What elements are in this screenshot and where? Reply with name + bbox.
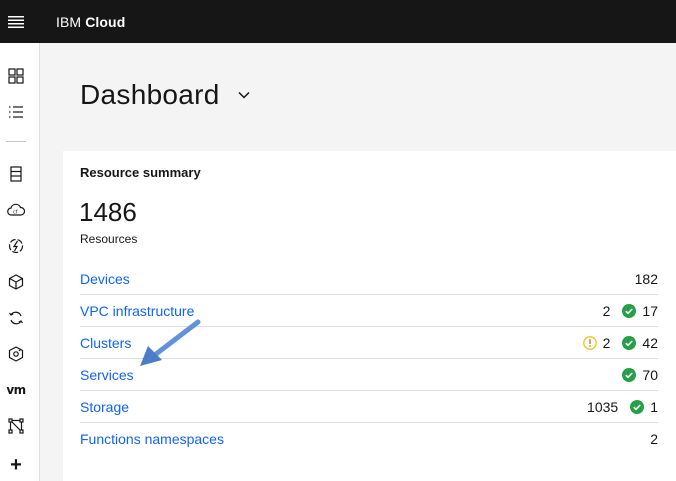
vpc-infrastructure-link[interactable]: VPC infrastructure — [80, 303, 194, 319]
row-values: 1035 1 — [587, 399, 658, 415]
checkmark-filled-icon — [630, 399, 645, 414]
add-icon[interactable]: + — [4, 453, 28, 477]
count-value: 1035 — [587, 398, 619, 415]
brand-prefix: IBM — [56, 13, 82, 30]
vmware-label: vm — [6, 383, 26, 397]
count-value: 2 — [650, 431, 658, 447]
resource-total: 1486 — [79, 197, 137, 227]
satellite-icon[interactable] — [4, 342, 28, 366]
services-link[interactable]: Services — [80, 367, 134, 383]
resource-total-label: Resources — [80, 232, 138, 246]
card-title: Resource summary — [80, 165, 201, 180]
checkmark-filled-icon — [622, 335, 637, 350]
vpc-icon[interactable] — [4, 414, 28, 438]
kubernetes-icon[interactable] — [4, 270, 28, 294]
row-values: 2 — [650, 431, 658, 447]
nav-divider — [6, 141, 26, 142]
resource-list: Devices 182 VPC infrastructure 2 17 Clus… — [80, 263, 658, 455]
ok-group: 17 — [622, 303, 658, 319]
functions-icon[interactable] — [4, 234, 28, 258]
ok-group: 42 — [622, 335, 658, 351]
functions-namespaces-link[interactable]: Functions namespaces — [80, 431, 224, 447]
resource-list-icon[interactable] — [4, 100, 28, 124]
resource-row-functions-namespaces: Functions namespaces 2 — [80, 423, 658, 455]
warning-icon — [582, 335, 597, 350]
count-group: 2 — [650, 431, 658, 447]
vmware-icon[interactable]: vm — [4, 378, 28, 402]
chevron-down-icon[interactable] — [236, 87, 252, 103]
row-values: 2 17 — [603, 303, 658, 319]
warning-count: 2 — [602, 334, 611, 351]
count-value: 182 — [634, 270, 658, 287]
ok-count: 42 — [642, 334, 658, 351]
svg-text:cf: cf — [13, 210, 18, 216]
resource-row-clusters: Clusters 2 42 — [80, 327, 658, 359]
ok-count: 1 — [650, 398, 658, 415]
top-navigation-bar: IBM Cloud — [0, 0, 676, 43]
checkmark-filled-icon — [622, 303, 637, 318]
left-side-navigation: cf vm + — [0, 43, 40, 481]
add-label: + — [10, 454, 22, 476]
openshift-icon[interactable] — [4, 306, 28, 330]
brand-logo[interactable]: IBM Cloud — [56, 14, 125, 30]
hamburger-menu-icon[interactable] — [0, 0, 32, 43]
devices-link[interactable]: Devices — [80, 271, 130, 287]
row-values: 2 42 — [582, 334, 658, 351]
ok-count: 70 — [642, 366, 658, 383]
row-values: 182 — [635, 271, 658, 287]
resource-summary-card: Resource summary 1486 Resources Devices … — [63, 151, 676, 481]
resource-row-storage: Storage 1035 1 — [80, 391, 658, 423]
brand-name: Cloud — [85, 13, 126, 30]
resource-row-devices: Devices 182 — [80, 263, 658, 295]
ok-count: 17 — [642, 302, 658, 319]
dashboard-selector[interactable]: Dashboard — [80, 79, 252, 111]
count-group: 182 — [635, 271, 658, 287]
cloud-foundry-icon[interactable]: cf — [4, 198, 28, 222]
checkmark-filled-icon — [622, 367, 637, 382]
row-values: 70 — [622, 367, 658, 383]
resource-row-services: Services 70 — [80, 359, 658, 391]
page-title: Dashboard — [80, 79, 220, 110]
ok-group: 1 — [630, 399, 658, 415]
count-group: 1035 — [587, 399, 618, 415]
count-value: 2 — [602, 302, 611, 319]
resource-row-vpc-infrastructure: VPC infrastructure 2 17 — [80, 295, 658, 327]
dashboard-icon[interactable] — [4, 64, 28, 88]
classic-infrastructure-icon[interactable] — [4, 162, 28, 186]
storage-link[interactable]: Storage — [80, 399, 129, 415]
ok-group: 70 — [622, 367, 658, 383]
clusters-link[interactable]: Clusters — [80, 335, 131, 351]
warning-group: 2 — [582, 334, 611, 351]
count-group: 2 — [603, 303, 611, 319]
